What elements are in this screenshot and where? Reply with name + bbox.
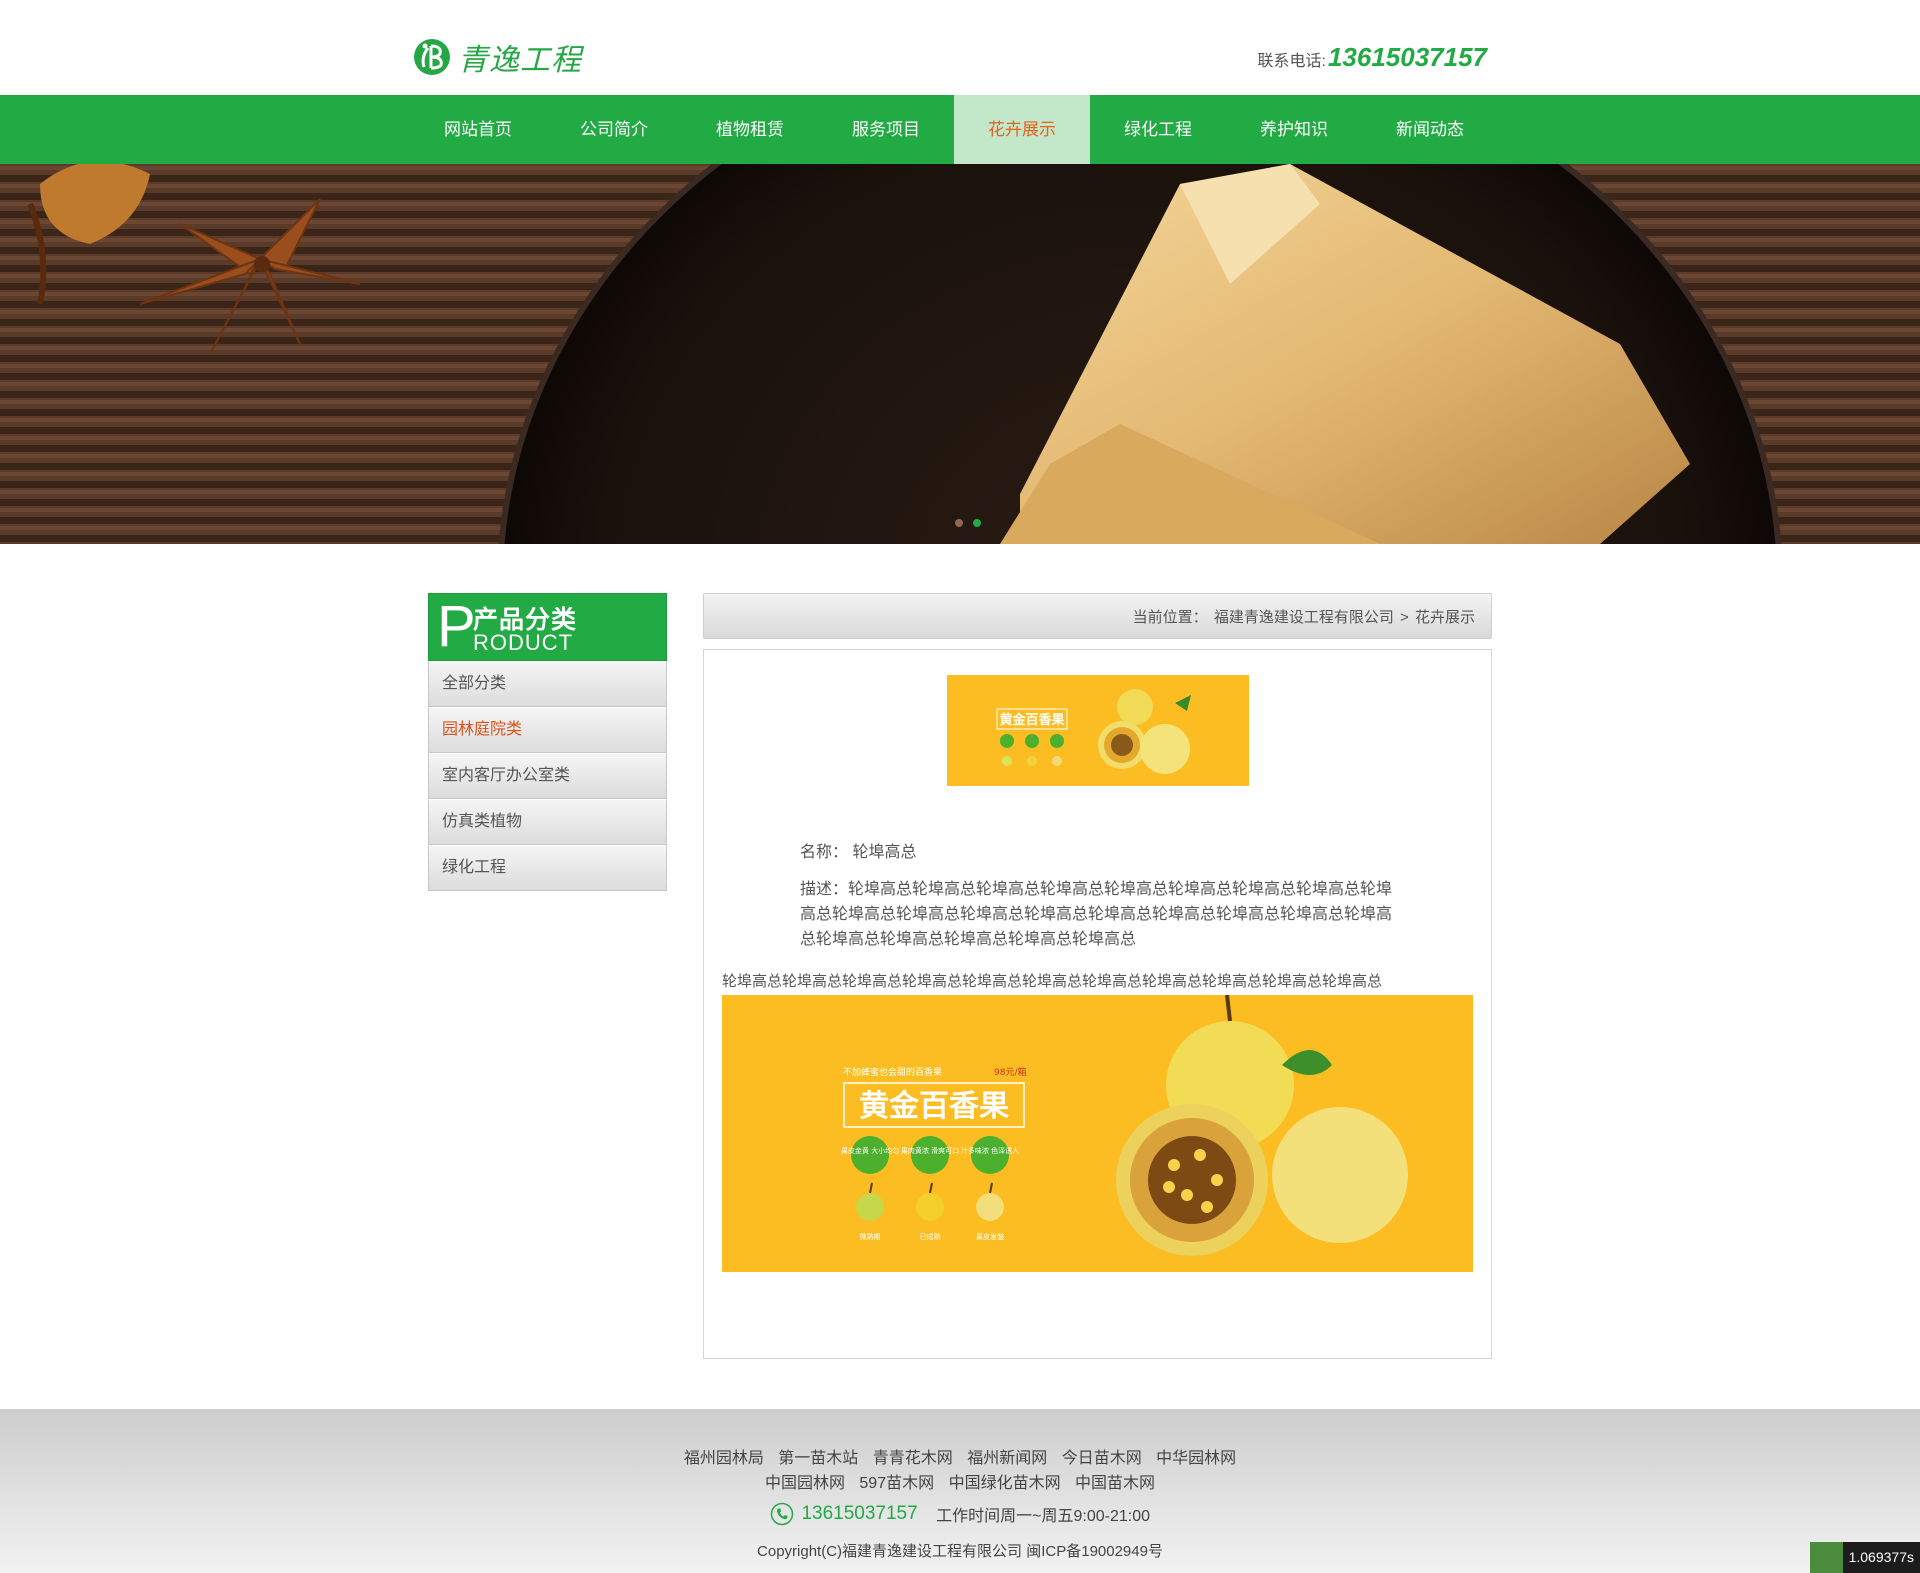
banner-image bbox=[0, 164, 1920, 544]
page-timer-badge: 1.069377s bbox=[1809, 1542, 1920, 1573]
poster-badge-1: 果皮金黄 大小均匀 bbox=[841, 1146, 899, 1155]
footer-link[interactable]: 福州园林局 bbox=[684, 1450, 764, 1467]
footer-link[interactable]: 福州新闻网 bbox=[967, 1450, 1047, 1467]
nav-item-news[interactable]: 新闻动态 bbox=[1362, 95, 1498, 164]
main-nav: 网站首页 公司简介 植物租赁 服务项目 花卉展示 绿化工程 养护知识 新闻动态 bbox=[0, 95, 1920, 164]
footer-link[interactable]: 今日苗木网 bbox=[1062, 1450, 1142, 1467]
poster-title: 黄金百香果 bbox=[859, 1089, 1009, 1124]
footer-link[interactable]: 中国绿化苗木网 bbox=[949, 1475, 1061, 1492]
sidebar-header: P 产品分类 RODUCT bbox=[428, 593, 667, 661]
product-name: 名称： 轮埠高总 bbox=[800, 840, 1400, 865]
carousel-dot-active[interactable] bbox=[973, 519, 981, 527]
product-description: 描述：轮埠高总轮埠高总轮埠高总轮埠高总轮埠高总轮埠高总轮埠高总轮埠高总轮埠高总轮… bbox=[800, 877, 1400, 952]
logo-text: 青逸工程 bbox=[458, 44, 582, 77]
site-footer: 福州园林局 第一苗木站 青青花木网 福州新闻网 今日苗木网 中华园林网 中国园林… bbox=[0, 1409, 1920, 1573]
footer-link[interactable]: 青青花木网 bbox=[873, 1450, 953, 1467]
copyright: Copyright(C)福建青逸建设工程有限公司 闽ICP备19002949号 bbox=[757, 1543, 1163, 1560]
category-sidebar: P 产品分类 RODUCT 全部分类 园林庭院类 室内客厅办公室类 仿真类植物 … bbox=[428, 593, 667, 891]
nav-item-care[interactable]: 养护知识 bbox=[1226, 95, 1362, 164]
footer-link[interactable]: 597苗木网 bbox=[859, 1475, 934, 1492]
nav-item-flowers[interactable]: 花卉展示 bbox=[954, 95, 1090, 164]
poster-tagline: 不加蜂蜜也会甜的百香果 bbox=[843, 1066, 942, 1078]
breadcrumb-current[interactable]: 花卉展示 bbox=[1415, 609, 1475, 626]
product-poster: 不加蜂蜜也会甜的百香果 98元/箱 黄金百香果 果皮金黄 大小均匀 果肉黄浓 滑… bbox=[722, 995, 1473, 1272]
footer-hours: 工作时间周一~周五9:00-21:00 bbox=[936, 1508, 1150, 1525]
footer-contact: 13615037157 工作时间周一~周五9:00-21:00 bbox=[0, 1502, 1920, 1526]
product-name-label: 名称： bbox=[800, 844, 849, 861]
poster-stage-1: 微熟期 bbox=[860, 1232, 881, 1241]
footer-link[interactable]: 中国苗木网 bbox=[1075, 1475, 1155, 1492]
sidebar-item-garden[interactable]: 园林庭院类 bbox=[428, 707, 667, 753]
logo-icon bbox=[414, 39, 450, 75]
poster-image: 不加蜂蜜也会甜的百香果 98元/箱 黄金百香果 果皮金黄 大小均匀 果肉黄浓 滑… bbox=[722, 995, 1473, 1272]
header-contact: 联系电话: 13615037157 bbox=[1257, 42, 1487, 73]
footer-link[interactable]: 中国园林网 bbox=[765, 1475, 845, 1492]
product-detail: 黄金百香果 名称： 轮埠高总 描述：轮埠高总轮埠高总轮埠高总轮埠高总轮埠高总轮埠… bbox=[703, 649, 1492, 1359]
hero-banner[interactable] bbox=[0, 164, 1920, 544]
thumbnail-image: 黄金百香果 bbox=[947, 675, 1249, 786]
logo[interactable]: 青逸工程 bbox=[412, 34, 582, 80]
sidebar-item-indoor[interactable]: 室内客厅办公室类 bbox=[428, 753, 667, 799]
nav-item-greening[interactable]: 绿化工程 bbox=[1090, 95, 1226, 164]
carousel-dots bbox=[955, 519, 981, 527]
nav-item-home[interactable]: 网站首页 bbox=[410, 95, 546, 164]
poster-price: 98元/箱 bbox=[994, 1066, 1027, 1078]
product-name-value: 轮埠高总 bbox=[852, 844, 917, 861]
footer-link[interactable]: 中华园林网 bbox=[1156, 1450, 1236, 1467]
breadcrumb: 当前位置： 福建青逸建设工程有限公司 > 花卉展示 bbox=[703, 593, 1492, 639]
product-desc-label: 描述： bbox=[800, 881, 849, 898]
nav-item-plant-rental[interactable]: 植物租赁 bbox=[682, 95, 818, 164]
poster-stage-2: 已成熟 bbox=[920, 1232, 941, 1241]
friend-links-row-2: 中国园林网 597苗木网 中国绿化苗木网 中国苗木网 bbox=[0, 1469, 1920, 1493]
breadcrumb-prefix: 当前位置： bbox=[1132, 609, 1208, 626]
phone-label: 联系电话: bbox=[1257, 53, 1326, 70]
phone-number: 13615037157 bbox=[1327, 42, 1487, 72]
product-desc-value: 轮埠高总轮埠高总轮埠高总轮埠高总轮埠高总轮埠高总轮埠高总轮埠高总轮埠高总轮埠高总… bbox=[800, 881, 1393, 948]
sidebar-item-artificial[interactable]: 仿真类植物 bbox=[428, 799, 667, 845]
friend-links-row-1: 福州园林局 第一苗木站 青青花木网 福州新闻网 今日苗木网 中华园林网 bbox=[0, 1444, 1920, 1468]
poster-badge-3: 汁多味浓 色泽诱人 bbox=[961, 1146, 1019, 1155]
sidebar-subtitle: RODUCT bbox=[473, 630, 574, 655]
timer-logo-icon bbox=[1809, 1542, 1843, 1573]
sidebar-header-letter: P bbox=[437, 594, 476, 659]
site-header: 青逸工程 联系电话: 13615037157 bbox=[0, 0, 1920, 95]
footer-phone: 13615037157 bbox=[801, 1503, 918, 1524]
carousel-dot[interactable] bbox=[955, 519, 963, 527]
poster-stage-3: 果皮发皱 bbox=[976, 1232, 1004, 1241]
breadcrumb-separator: > bbox=[1400, 609, 1409, 626]
thumbnail-title: 黄金百香果 bbox=[999, 712, 1064, 728]
sidebar-item-greening[interactable]: 绿化工程 bbox=[428, 845, 667, 891]
product-body-text: 轮埠高总轮埠高总轮埠高总轮埠高总轮埠高总轮埠高总轮埠高总轮埠高总轮埠高总轮埠高总… bbox=[722, 973, 1383, 990]
poster-badge-2: 果肉黄浓 滑爽可口 bbox=[901, 1146, 959, 1155]
nav-item-services[interactable]: 服务项目 bbox=[818, 95, 954, 164]
breadcrumb-home-link[interactable]: 福建青逸建设工程有限公司 bbox=[1214, 609, 1394, 626]
nav-item-about[interactable]: 公司简介 bbox=[546, 95, 682, 164]
phone-icon bbox=[770, 1502, 794, 1526]
product-thumbnail[interactable]: 黄金百香果 bbox=[947, 675, 1249, 786]
sidebar-item-all[interactable]: 全部分类 bbox=[428, 661, 667, 707]
timer-value: 1.069377s bbox=[1842, 1542, 1920, 1573]
footer-link[interactable]: 第一苗木站 bbox=[778, 1450, 858, 1467]
